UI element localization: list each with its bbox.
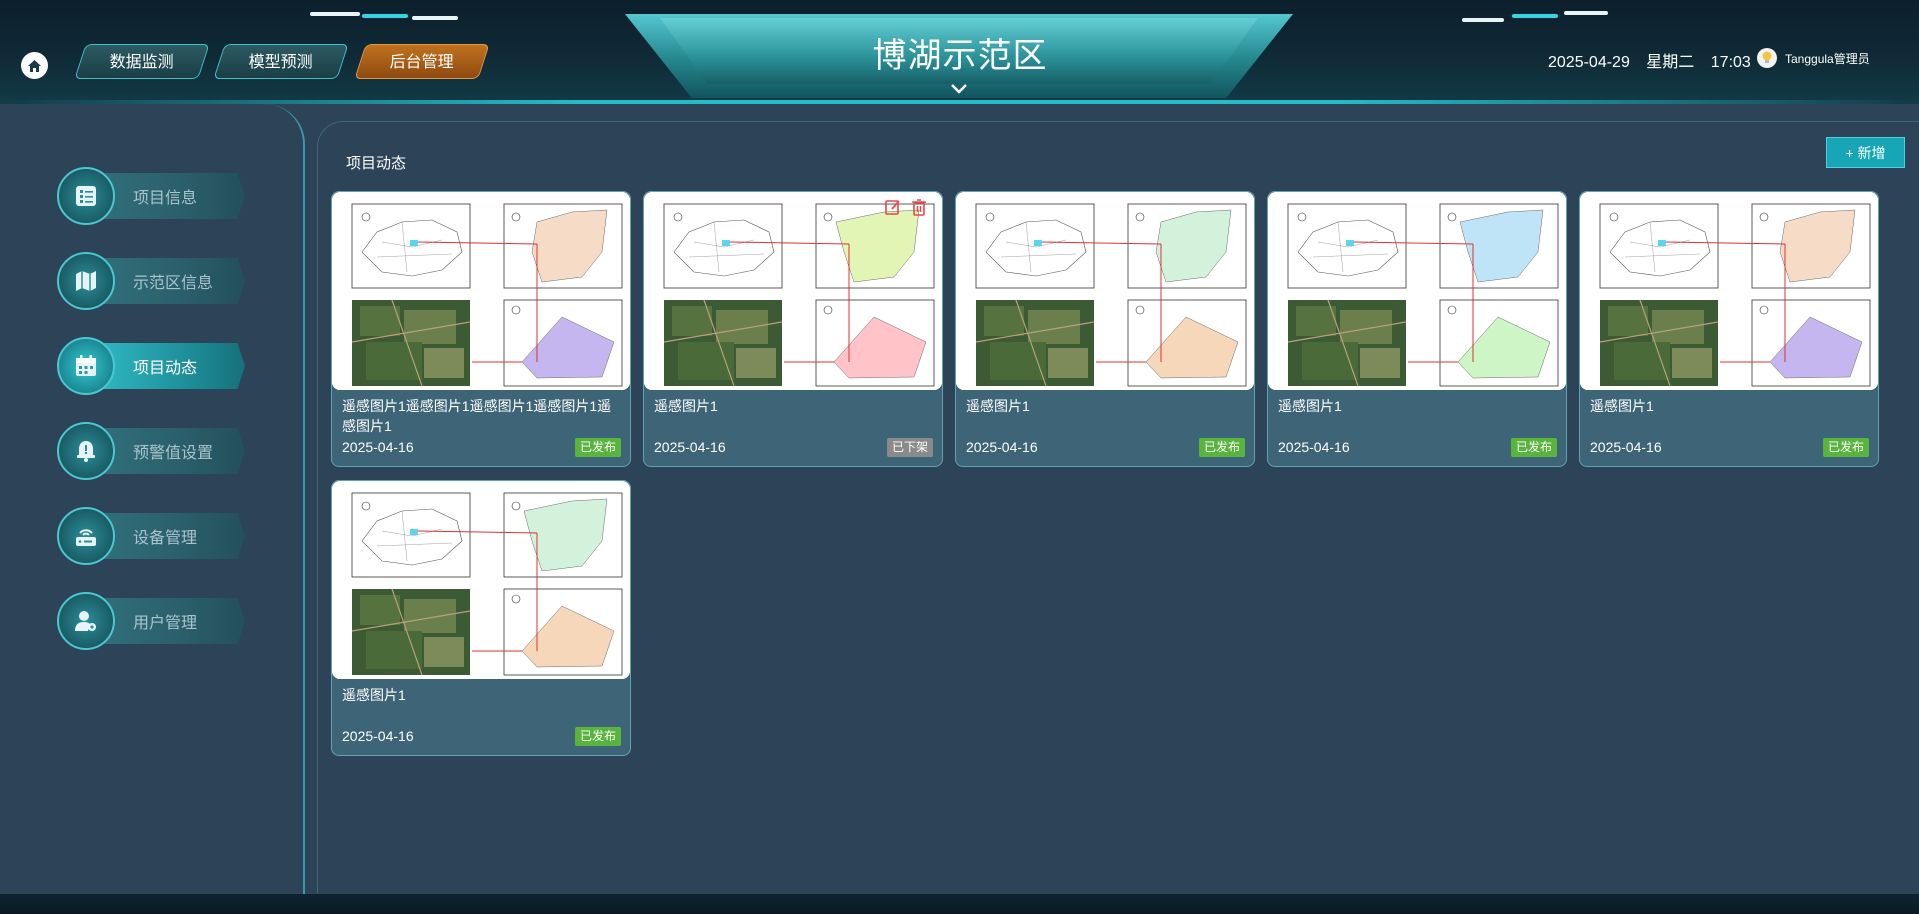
nav-tab-label: 数据监测	[109, 54, 174, 71]
card-thumbnail[interactable]	[1580, 192, 1878, 390]
status-badge: 已下架	[886, 438, 933, 457]
nav-tab-admin[interactable]: 后台管理	[354, 44, 490, 79]
bell-alert-icon	[57, 422, 115, 480]
sidebar: 项目信息 示范区信息 项目动态 预警值设置 设备管理 用户管理	[0, 104, 305, 894]
current-date: 2025-04-29	[1548, 54, 1630, 71]
sidebar-item-alert-settings[interactable]: 预警值设置	[57, 422, 251, 480]
card-title: 遥感图片1遥感图片1遥感图片1遥感图片1遥感图片1	[342, 398, 612, 434]
card-title: 遥感图片1	[342, 687, 406, 703]
sidebar-item-label: 示范区信息	[133, 275, 214, 292]
list-icon	[57, 167, 115, 225]
header-deco-line	[1512, 14, 1558, 18]
card-thumbnail[interactable]	[332, 481, 630, 679]
sidebar-item-device-management[interactable]: 设备管理	[57, 507, 251, 565]
card-thumbnail[interactable]	[1268, 192, 1566, 390]
card-actions	[884, 198, 928, 216]
card-date: 2025-04-16	[342, 728, 414, 744]
header-deco-line	[310, 12, 360, 16]
card-date: 2025-04-16	[342, 439, 414, 455]
status-badge: 已发布	[1510, 438, 1557, 457]
sidebar-item-project-news[interactable]: 项目动态	[57, 337, 251, 395]
header-deco-line	[1462, 18, 1504, 22]
user-gear-icon	[57, 592, 115, 650]
card-thumbnail[interactable]	[332, 192, 630, 390]
card-thumbnail[interactable]	[644, 192, 942, 390]
home-icon	[28, 59, 41, 72]
current-time: 17:03	[1710, 54, 1751, 71]
add-button[interactable]: + 新增	[1826, 137, 1905, 168]
avatar	[1757, 48, 1777, 68]
header-deco-line	[412, 16, 458, 20]
project-card[interactable]: 遥感图片1遥感图片1遥感图片1遥感图片1遥感图片1 2025-04-16 已发布	[331, 191, 631, 467]
map-thumbnail	[332, 481, 630, 679]
card-thumbnail[interactable]	[956, 192, 1254, 390]
sidebar-item-label: 预警值设置	[133, 445, 214, 462]
sidebar-item-label: 项目动态	[133, 360, 198, 377]
status-badge: 已发布	[574, 727, 621, 746]
device-icon	[57, 507, 115, 565]
section-title: 项目动态	[346, 155, 407, 172]
home-button[interactable]	[21, 52, 48, 79]
card-title: 遥感图片1	[1590, 398, 1654, 414]
sidebar-item-user-management[interactable]: 用户管理	[57, 592, 251, 650]
nav-tab-model-prediction[interactable]: 模型预测	[213, 44, 349, 79]
map-thumbnail	[332, 192, 630, 390]
sidebar-item-label: 用户管理	[133, 615, 198, 632]
header-deco-line	[1564, 11, 1608, 15]
status-badge: 已发布	[574, 438, 621, 457]
top-header: 数据监测 模型预测 后台管理 博湖示范区 2025-04-29 星期二 17:0…	[0, 0, 1919, 104]
username: Tanggula管理员	[1785, 51, 1870, 66]
sidebar-item-project-info[interactable]: 项目信息	[57, 167, 251, 225]
nav-tab-data-monitoring[interactable]: 数据监测	[74, 44, 210, 79]
nav-tab-label: 后台管理	[389, 54, 454, 71]
delete-icon[interactable]	[910, 198, 928, 216]
header-deco-line	[362, 14, 408, 18]
sidebar-item-label: 项目信息	[133, 190, 198, 207]
current-weekday: 星期二	[1646, 54, 1695, 71]
card-date: 2025-04-16	[1278, 439, 1350, 455]
map-thumbnail	[1580, 192, 1878, 390]
project-card[interactable]: 遥感图片1 2025-04-16 已下架	[643, 191, 943, 467]
status-badge: 已发布	[1198, 438, 1245, 457]
project-card[interactable]: 遥感图片1 2025-04-16 已发布	[955, 191, 1255, 467]
card-title: 遥感图片1	[654, 398, 718, 414]
user-menu[interactable]: Tanggula管理员	[1757, 48, 1870, 68]
map-thumbnail	[644, 192, 942, 390]
datetime: 2025-04-29 星期二 17:03	[1548, 48, 1763, 72]
sidebar-item-demo-zone-info[interactable]: 示范区信息	[57, 252, 251, 310]
card-date: 2025-04-16	[966, 439, 1038, 455]
project-card[interactable]: 遥感图片1 2025-04-16 已发布	[1267, 191, 1567, 467]
card-date: 2025-04-16	[654, 439, 726, 455]
bottom-strip	[0, 894, 1919, 914]
page-title: 博湖示范区	[872, 37, 1048, 75]
edit-icon[interactable]	[884, 198, 902, 216]
nav-tab-label: 模型预测	[248, 54, 313, 71]
sidebar-item-label: 设备管理	[133, 530, 198, 547]
map-icon	[57, 252, 115, 310]
map-thumbnail	[956, 192, 1254, 390]
lightbulb-icon	[1762, 51, 1772, 63]
map-thumbnail	[1268, 192, 1566, 390]
status-badge: 已发布	[1822, 438, 1869, 457]
project-card[interactable]: 遥感图片1 2025-04-16 已发布	[1579, 191, 1879, 467]
project-card[interactable]: 遥感图片1 2025-04-16 已发布	[331, 480, 631, 756]
card-title: 遥感图片1	[966, 398, 1030, 414]
card-date: 2025-04-16	[1590, 439, 1662, 455]
card-title: 遥感图片1	[1278, 398, 1342, 414]
calendar-icon	[57, 337, 115, 395]
chevron-down-icon[interactable]	[950, 83, 968, 95]
